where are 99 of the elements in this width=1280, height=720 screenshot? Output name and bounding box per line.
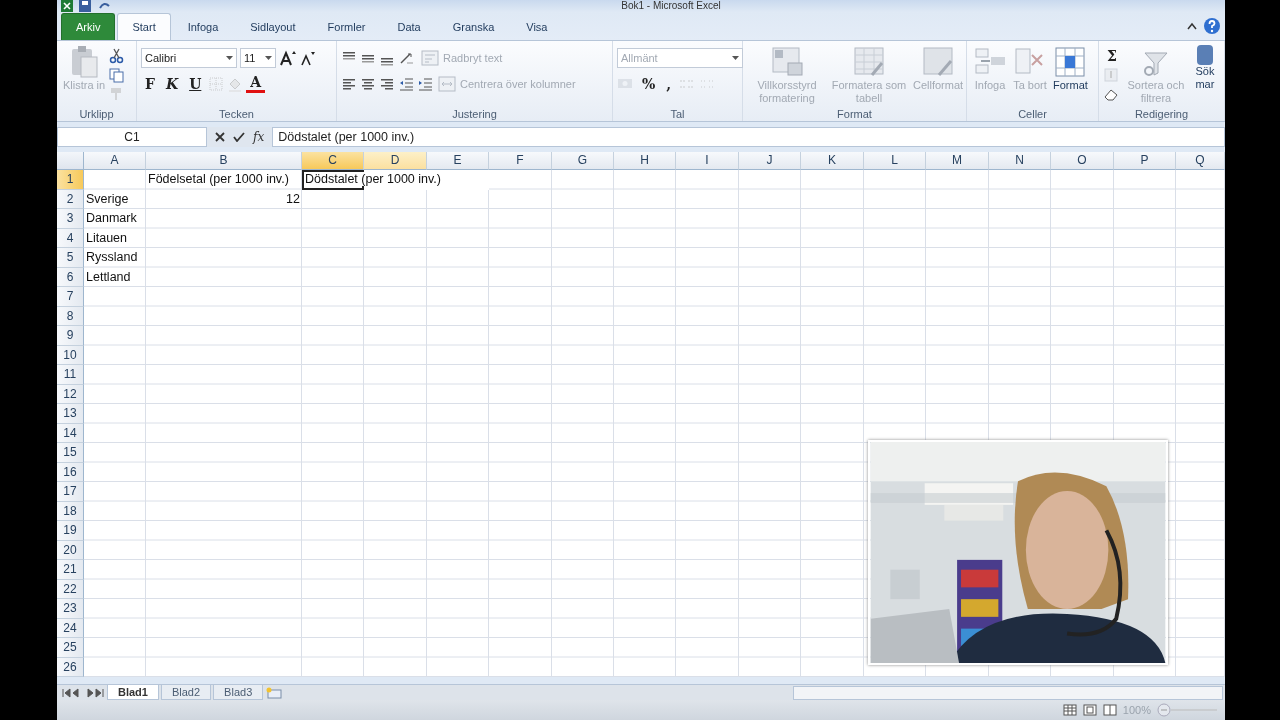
align-right-icon[interactable] — [379, 76, 395, 92]
formula-field[interactable]: Dödstalet (per 1000 inv.) — [272, 127, 1225, 147]
autosum-button[interactable]: Σ — [1103, 47, 1121, 65]
cell-style-icon — [921, 45, 956, 79]
insert-function-button[interactable]: fx — [253, 128, 265, 146]
conditional-format-icon — [770, 45, 804, 79]
column-header[interactable]: D — [364, 152, 427, 170]
copy-icon[interactable] — [109, 67, 126, 83]
text-angle-icon[interactable] — [398, 50, 416, 66]
column-header[interactable]: J — [739, 152, 801, 170]
outdent-icon[interactable] — [398, 76, 414, 92]
row-header[interactable]: 23 — [57, 599, 84, 619]
sheet-tab[interactable]: Blad2 — [160, 685, 212, 700]
font-color-button[interactable]: A — [246, 75, 266, 93]
clipboard-icon — [69, 45, 100, 79]
row-header[interactable]: 15 — [57, 443, 84, 463]
row-header[interactable]: 5 — [57, 248, 84, 268]
comma-button[interactable]: , — [662, 75, 676, 93]
ribbon-tab[interactable]: Data — [382, 12, 436, 40]
dropdown-field[interactable]: Calibri — [141, 48, 237, 68]
indent-icon[interactable] — [417, 76, 433, 92]
normal-view-icon[interactable] — [1062, 704, 1077, 716]
column-header[interactable]: H — [614, 152, 676, 170]
row-header[interactable]: 1 — [57, 170, 84, 190]
cancel-icon[interactable] — [215, 132, 225, 142]
wrap-text-icon — [421, 50, 439, 66]
table-style-icon — [852, 45, 886, 79]
caret-icon — [265, 55, 272, 61]
spreadsheet-icon[interactable] — [61, 0, 73, 12]
sheet-tab[interactable]: Blad1 — [107, 685, 159, 700]
sheet-nav-icon[interactable] — [61, 687, 105, 698]
column-header[interactable]: L — [864, 152, 926, 170]
editing-cell[interactable]: Dödstalet (per 1000 inv.) — [302, 170, 489, 190]
page-layout-icon[interactable] — [1082, 704, 1097, 716]
file-tab[interactable]: Arkiv — [61, 12, 116, 40]
column-header[interactable]: G — [552, 152, 614, 170]
align-left-icon[interactable] — [341, 76, 357, 92]
row-header[interactable]: 9 — [57, 326, 84, 346]
collapse-ribbon-icon[interactable] — [1187, 22, 1197, 30]
group-label: Celler — [1017, 107, 1048, 121]
column-header[interactable]: P — [1114, 152, 1176, 170]
ribbon-button[interactable]: Sök mar — [1190, 43, 1219, 93]
dropdown-field[interactable]: 11 — [240, 48, 276, 68]
caret-icon — [732, 55, 739, 61]
name-box[interactable]: C1 — [57, 127, 207, 147]
horizontal-scrollbar[interactable] — [793, 685, 1223, 700]
italic-button[interactable]: K — [161, 75, 183, 93]
row-header[interactable]: 25 — [57, 638, 84, 658]
ribbon-tab[interactable]: Granska — [437, 12, 510, 40]
ribbon-tab[interactable]: Infoga — [172, 12, 234, 40]
confirm-icon[interactable] — [233, 132, 245, 142]
ribbon-tab[interactable]: Start — [117, 12, 171, 40]
row-header[interactable]: 11 — [57, 365, 84, 385]
table-cell[interactable]: 12 — [146, 189, 302, 209]
column-header[interactable]: C — [302, 152, 364, 170]
underline-button[interactable]: U — [185, 75, 206, 93]
column-header[interactable]: A — [84, 152, 146, 170]
sheet-tab[interactable]: Blad3 — [213, 685, 264, 700]
font-shrink-icon[interactable] — [300, 50, 316, 66]
column-header[interactable]: K — [801, 152, 864, 170]
row-header[interactable]: 3 — [57, 209, 84, 229]
group-label: Tecken — [218, 107, 255, 121]
table-cell[interactable]: Litauen — [84, 228, 146, 248]
caret-icon — [226, 55, 233, 61]
percent-button[interactable]: % — [638, 75, 660, 93]
column-header[interactable]: O — [1051, 152, 1114, 170]
zoom-level: 100% — [1122, 702, 1151, 718]
scissors-icon[interactable] — [109, 48, 126, 64]
row-header[interactable]: 19 — [57, 521, 84, 541]
column-header[interactable]: E — [427, 152, 489, 170]
align-center-icon[interactable] — [360, 76, 376, 92]
zoom-slider-icon[interactable] — [1157, 703, 1217, 717]
bold-button[interactable]: F — [141, 75, 159, 93]
column-header[interactable]: M — [926, 152, 989, 170]
column-header[interactable]: B — [146, 152, 302, 170]
ribbon-tab[interactable]: Sidlayout — [235, 12, 311, 40]
column-header[interactable]: N — [989, 152, 1051, 170]
column-header[interactable]: I — [676, 152, 739, 170]
window-title: Bok1 - Microsoft Excel — [621, 0, 721, 12]
ribbon-button[interactable]: Format — [1051, 43, 1090, 94]
page-break-icon[interactable] — [1102, 704, 1117, 716]
column-header[interactable]: Q — [1176, 152, 1225, 170]
save-icon[interactable] — [79, 0, 91, 12]
group-label: Format — [836, 107, 873, 121]
row-header[interactable]: 13 — [57, 404, 84, 424]
ribbon-tab[interactable]: Formler — [312, 12, 381, 40]
group-label: Urklipp — [78, 107, 115, 121]
format-cells-icon — [1053, 45, 1088, 79]
group-label: Tal — [669, 107, 686, 121]
column-header[interactable]: F — [489, 152, 552, 170]
help-icon[interactable] — [1203, 17, 1221, 35]
row-header[interactable]: 7 — [57, 287, 84, 307]
row-header[interactable]: 21 — [57, 560, 84, 580]
merge-cells-icon — [438, 76, 456, 92]
group-label: Redigering — [1133, 107, 1190, 121]
group-label: Justering — [451, 107, 498, 121]
ribbon-tab[interactable]: Visa — [511, 12, 563, 40]
font-grow-icon[interactable] — [279, 50, 297, 66]
row-header[interactable]: 17 — [57, 482, 84, 502]
